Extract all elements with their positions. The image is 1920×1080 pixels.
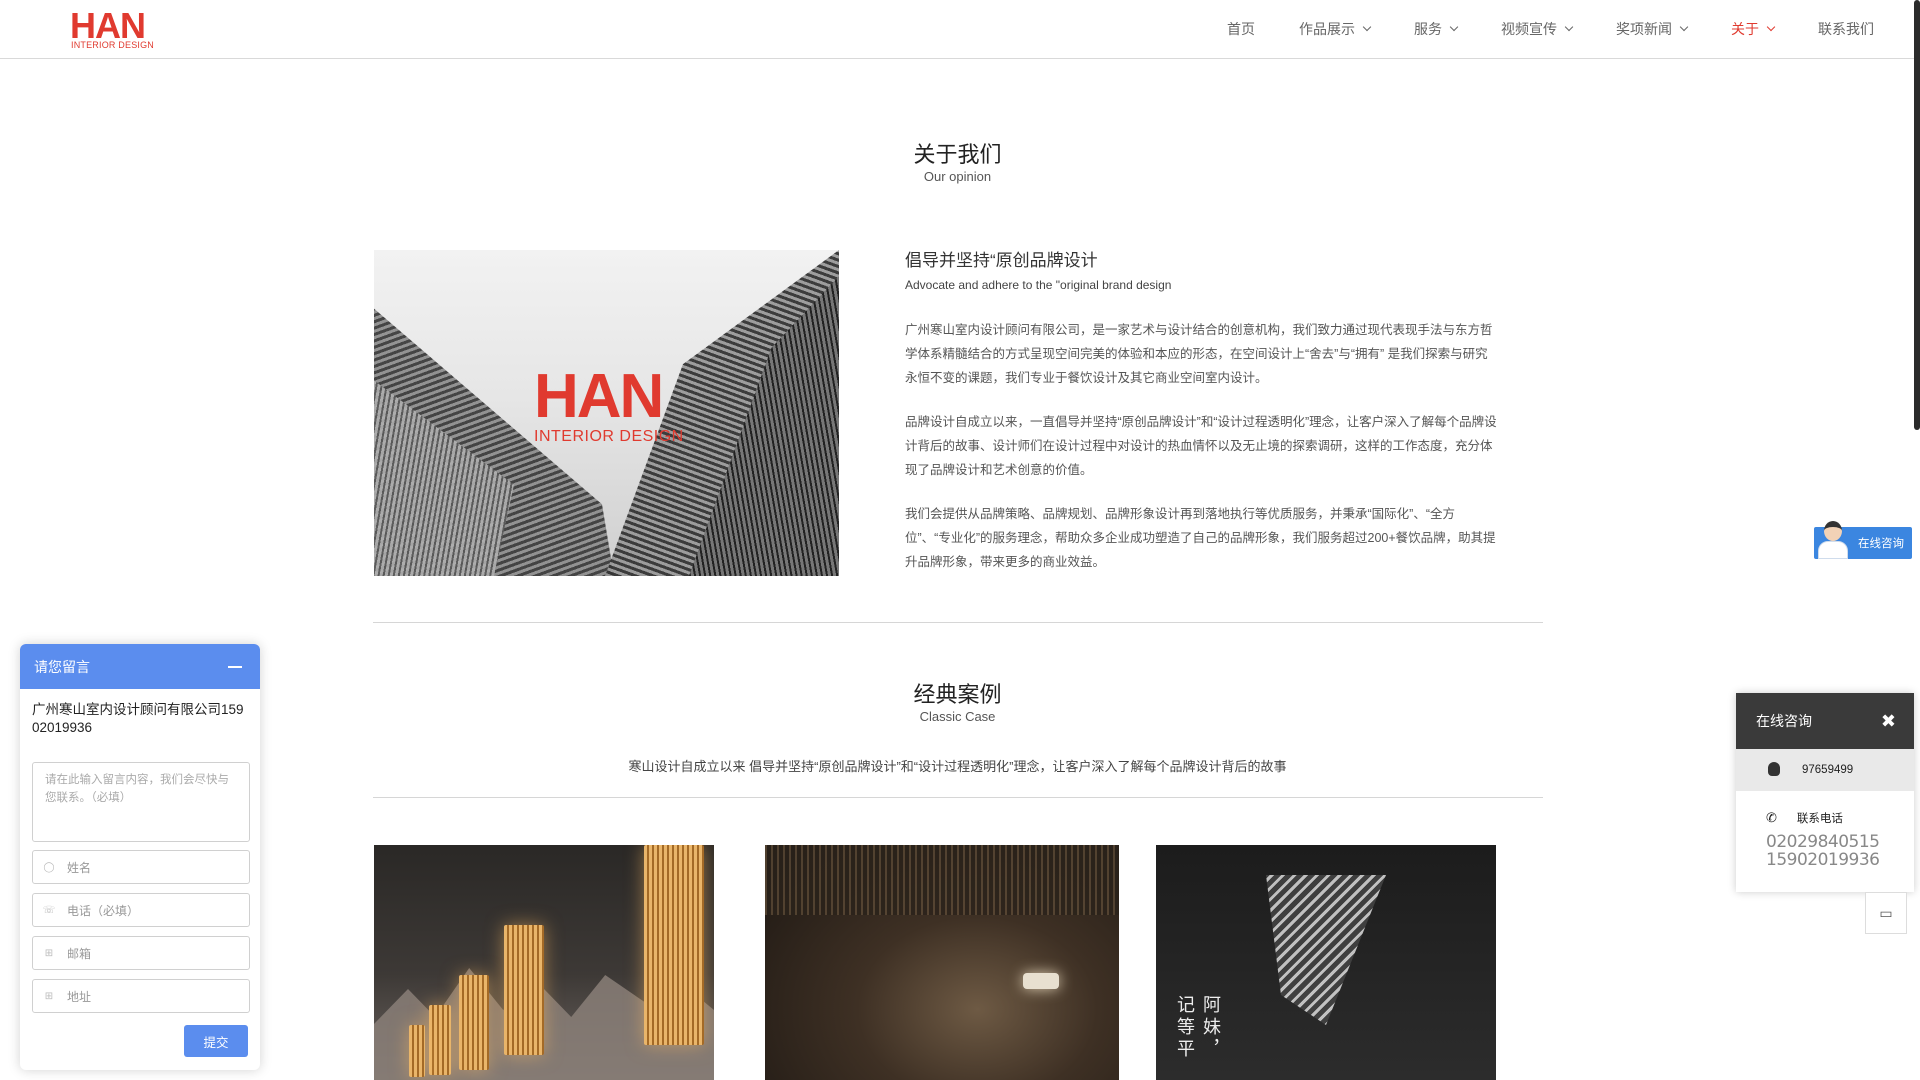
page-scrollbar[interactable] (1914, 0, 1920, 430)
name-field[interactable]: ◯ 姓名 (32, 850, 250, 884)
chevron-down-icon (1564, 22, 1574, 32)
lantern (644, 845, 704, 1045)
consult-tag-label: 在线咨询 (1858, 538, 1904, 550)
tel-label: 联系电话 (1796, 813, 1843, 825)
message-box-company: 广州寒山室内设计顾问有限公司15902019936 (32, 702, 244, 735)
avatar-head (1824, 521, 1842, 541)
minimize-icon[interactable] (228, 666, 242, 668)
submit-button[interactable]: 提交 (184, 1025, 248, 1057)
phone-icon: ✆ (1766, 810, 1777, 825)
ceiling-slats (765, 845, 1119, 915)
case-image[interactable]: 阿妹，记等平 (1156, 845, 1496, 1080)
lantern (459, 975, 489, 1070)
grid-icon: ⊞ (44, 947, 54, 959)
message-box-title: 请您留言 (34, 658, 90, 675)
site-logo[interactable]: HAN INTERIOR DESIGN (70, 5, 160, 51)
consult-panel: 在线咨询 ✖ 97659499 ✆ 联系电话 02029840515 15902… (1736, 693, 1914, 892)
staircase-graphic (1266, 875, 1386, 1025)
nav-label: 联系我们 (1818, 21, 1874, 37)
tel-label-row: ✆ 联系电话 (1766, 810, 1843, 826)
section-divider (373, 797, 1543, 798)
nav-label: 关于 (1731, 21, 1759, 37)
nav-item-works[interactable]: 作品展示 (1299, 19, 1372, 39)
nav-item-about[interactable]: 关于 (1731, 19, 1776, 39)
case-image[interactable] (765, 845, 1119, 1080)
online-consult-tag[interactable]: 在线咨询 (1814, 521, 1912, 559)
about-section-subtitle: Our opinion (923, 169, 992, 184)
nav-label: 服务 (1414, 21, 1442, 37)
about-paragraph: 我们会提供从品牌策略、品牌规划、品牌形象设计再到落地执行等优质服务，并秉承“国际… (905, 507, 1496, 569)
nav-label: 作品展示 (1299, 21, 1355, 37)
nav-item-video[interactable]: 视频宣传 (1501, 19, 1574, 39)
section-divider (373, 622, 1543, 623)
logo-tagline: INTERIOR DESIGN (71, 40, 155, 50)
image-logo: HAN INTERIOR DESIGN (534, 362, 684, 446)
phone-field[interactable]: ☏ 电话（必填） (32, 893, 250, 927)
chevron-down-icon (1449, 22, 1459, 32)
case-vertical-text: 阿妹，记等平 (1175, 995, 1221, 1061)
email-placeholder: 邮箱 (67, 946, 92, 961)
address-placeholder: 地址 (67, 989, 92, 1004)
message-box: 请您留言 广州寒山室内设计顾问有限公司15902019936 请在此输入留言内容… (20, 644, 260, 1070)
tel-number: 15902019936 (1766, 850, 1880, 870)
main-nav: 首页 作品展示 服务 视频宣传 奖项新闻 关于 联系我们 (1183, 0, 1874, 58)
cases-description: 寒山设计自成立以来 倡导并坚持“原创品牌设计”和“设计过程透明化”理念，让客户深… (628, 759, 1287, 774)
site-header: HAN INTERIOR DESIGN 首页 作品展示 服务 视频宣传 奖项新闻… (0, 0, 1920, 59)
about-text-block: 倡导并坚持“原创品牌设计 Advocate and adhere to the … (905, 250, 1500, 574)
lantern (409, 1025, 425, 1077)
image-logo-wordmark: HAN (534, 362, 664, 431)
lantern (429, 1005, 451, 1075)
about-section-title: 关于我们 (913, 142, 1002, 167)
nav-label: 首页 (1227, 21, 1255, 37)
message-box-header[interactable]: 请您留言 (20, 644, 260, 689)
phone-placeholder: 电话（必填） (67, 903, 140, 918)
avatar-body (1818, 541, 1848, 559)
tel-numbers: 02029840515 15902019936 (1766, 832, 1880, 870)
message-textarea[interactable]: 请在此输入留言内容，我们会尽快与您联系。（必填） (32, 762, 250, 842)
about-paragraph: 品牌设计自成立以来，一直倡导并坚持“原创品牌设计”和“设计过程透明化”理念，让客… (905, 415, 1497, 477)
about-heading: 倡导并坚持“原创品牌设计 (905, 251, 1098, 270)
support-avatar (1818, 521, 1848, 559)
chevron-down-icon (1679, 22, 1689, 32)
consult-panel-header: 在线咨询 ✖ (1736, 693, 1914, 749)
email-field[interactable]: ⊞ 邮箱 (32, 936, 250, 970)
name-placeholder: 姓名 (67, 860, 92, 875)
phone-icon: ☏ (42, 904, 56, 916)
qq-number: 97659499 (1802, 764, 1854, 776)
logo-wordmark: HAN (70, 5, 146, 46)
nav-label: 视频宣传 (1501, 21, 1557, 37)
tel-number: 02029840515 (1766, 832, 1880, 852)
pendant-light (1023, 973, 1059, 989)
cases-section-title: 经典案例 (913, 682, 1002, 707)
nav-item-contact[interactable]: 联系我们 (1818, 19, 1874, 39)
nav-label: 奖项新闻 (1616, 21, 1672, 37)
chevron-down-icon (1766, 22, 1776, 32)
about-image: HAN INTERIOR DESIGN (374, 250, 839, 576)
address-field[interactable]: ⊞ 地址 (32, 979, 250, 1013)
case-image[interactable] (374, 845, 714, 1080)
nav-item-home[interactable]: 首页 (1227, 19, 1255, 39)
chat-bubble-icon[interactable]: ▭ (1865, 892, 1907, 934)
lantern (504, 925, 544, 1055)
qq-contact[interactable]: 97659499 (1736, 749, 1914, 791)
consult-panel-title: 在线咨询 (1756, 713, 1812, 729)
cases-section-subtitle: Classic Case (919, 709, 996, 724)
chevron-down-icon (1362, 22, 1372, 32)
grid-icon: ⊞ (44, 990, 54, 1002)
nav-item-services[interactable]: 服务 (1414, 19, 1459, 39)
about-heading-en: Advocate and adhere to the "original bra… (905, 278, 1172, 292)
user-icon: ◯ (43, 861, 55, 873)
nav-item-awards-news[interactable]: 奖项新闻 (1616, 19, 1689, 39)
qq-icon (1766, 762, 1782, 778)
close-icon[interactable]: ✖ (1881, 712, 1896, 730)
image-logo-tagline: INTERIOR DESIGN (534, 428, 684, 445)
about-paragraph: 广州寒山室内设计顾问有限公司，是一家艺术与设计结合的创意机构，我们致力通过现代表… (905, 323, 1493, 385)
